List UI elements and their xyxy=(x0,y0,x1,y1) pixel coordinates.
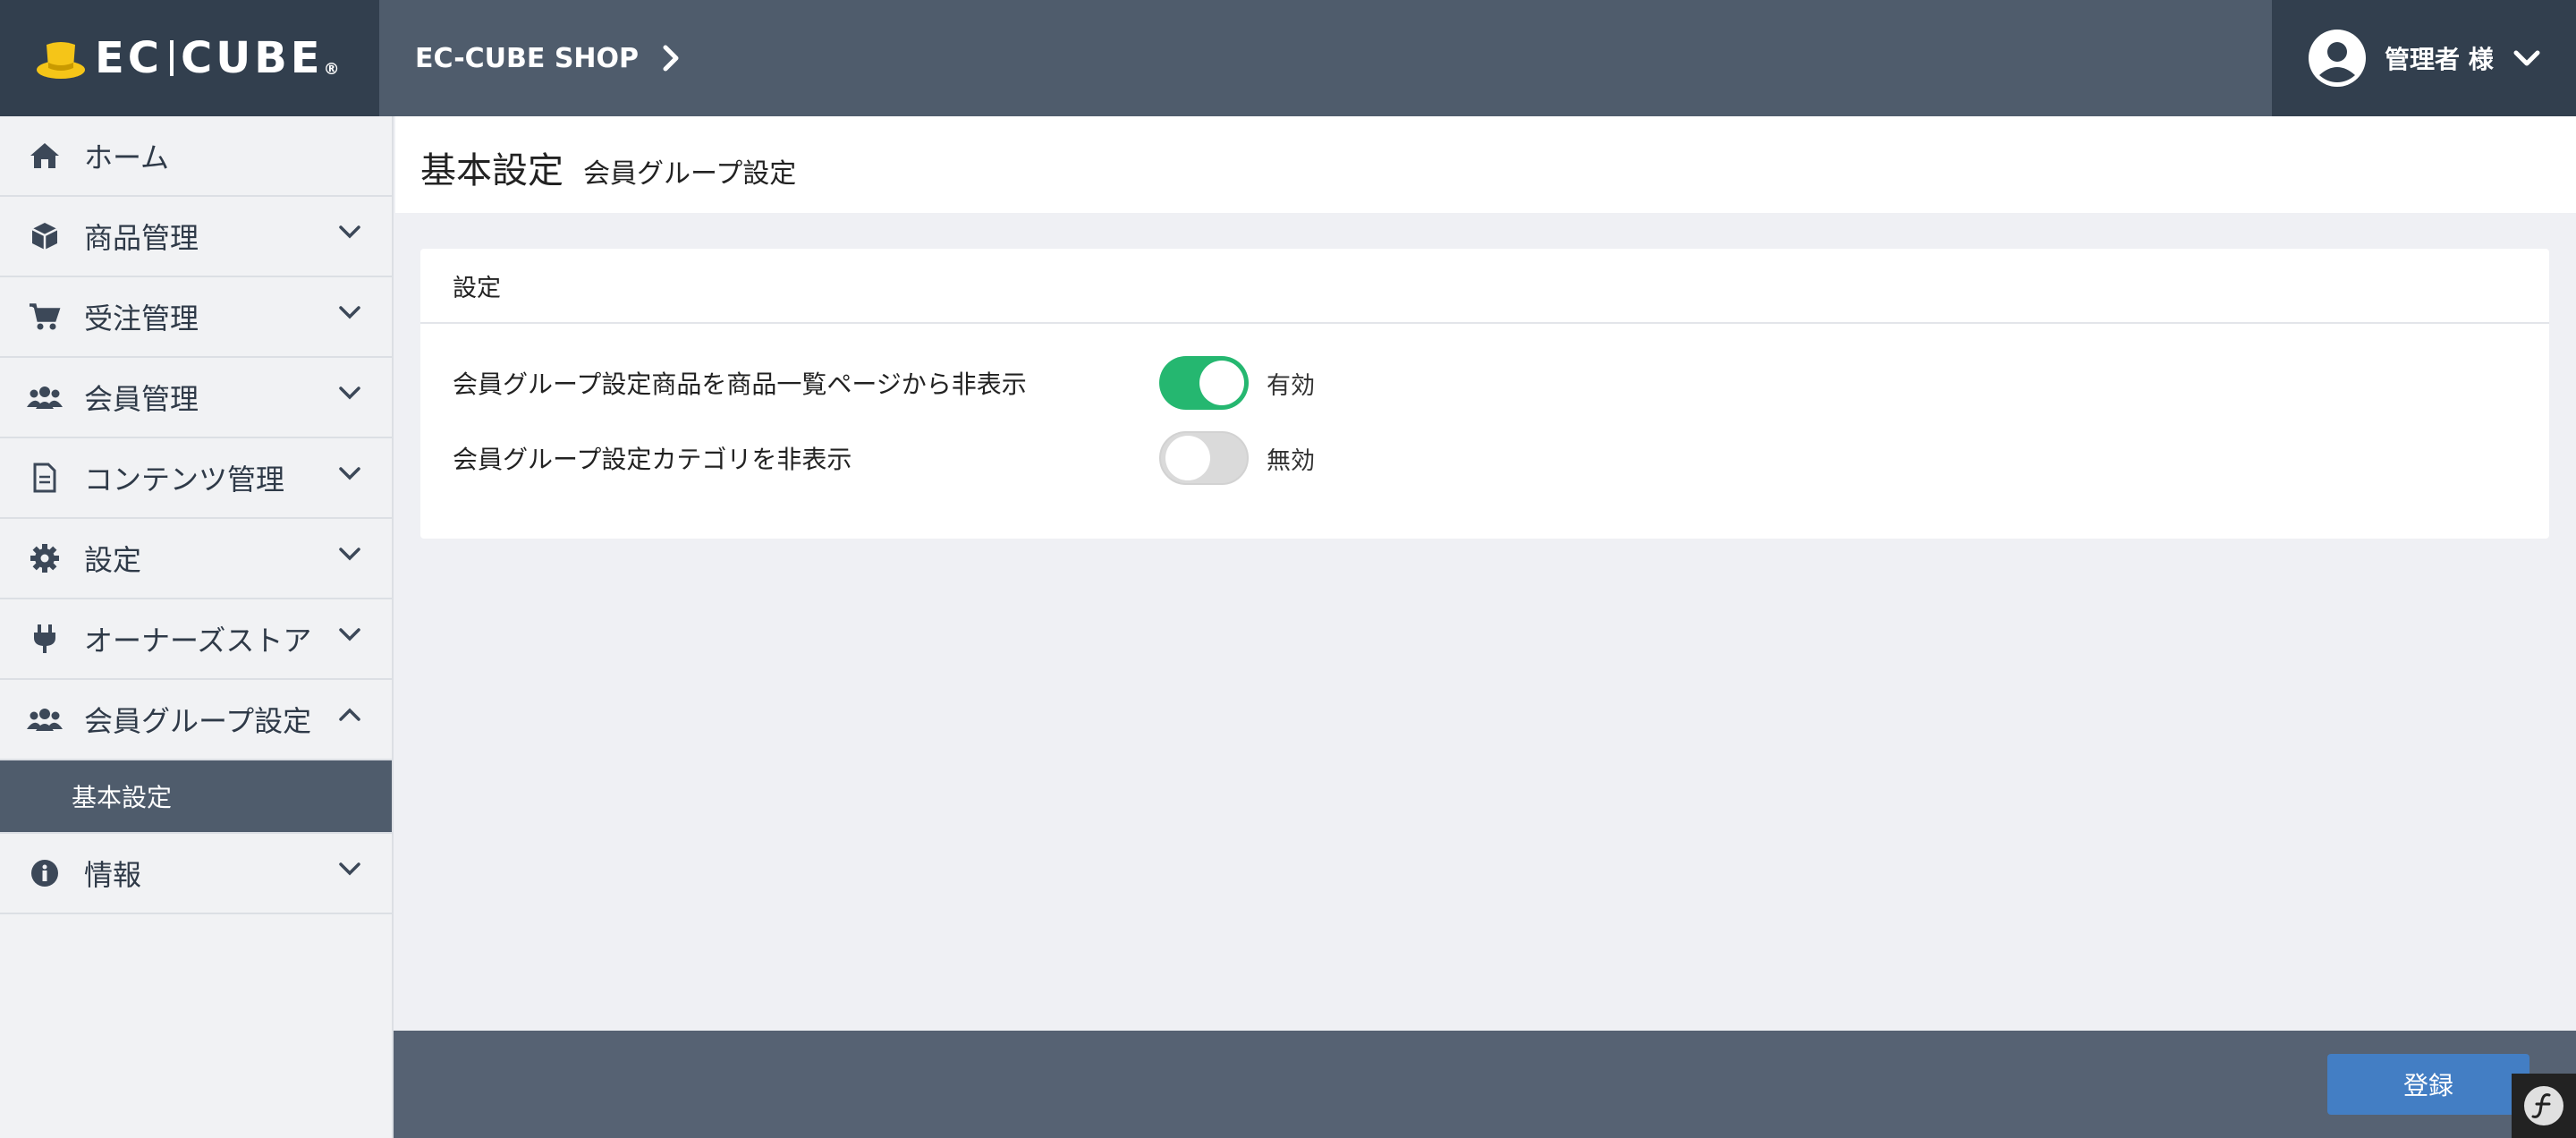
toggle-state-label: 有効 xyxy=(1267,371,1315,400)
save-button[interactable]: 登録 xyxy=(2327,1054,2529,1115)
users-icon xyxy=(27,379,63,415)
setting-row-hide-products: 会員グループ設定商品を商品一覧ページから非表示 有効 xyxy=(453,356,1315,410)
user-menu[interactable]: 管理者 様 xyxy=(2272,0,2576,116)
sidebar-item-label: 情報 xyxy=(84,858,142,892)
sidebar-item-orders[interactable]: 受注管理 xyxy=(0,277,392,358)
page-subtitle: 会員グループ設定 xyxy=(583,158,797,190)
sidebar-item-label: オーナーズストア xyxy=(84,624,312,658)
hat-logo-icon xyxy=(37,42,85,79)
sidebar-item-label: ホーム xyxy=(84,140,170,174)
setting-label: 会員グループ設定商品を商品一覧ページから非表示 xyxy=(453,369,1027,399)
sidebar-item-contents[interactable]: コンテンツ管理 xyxy=(0,438,392,519)
settings-card: 設定 会員グループ設定商品を商品一覧ページから非表示 有効 会員グループ設定カテ… xyxy=(420,249,2549,539)
sidebar-subitem-basic-settings[interactable]: 基本設定 xyxy=(0,760,392,834)
sidebar-item-settings[interactable]: 設定 xyxy=(0,519,392,599)
page-title-bar: 基本設定 会員グループ設定 xyxy=(395,116,2576,213)
info-icon xyxy=(27,855,63,891)
chevron-down-icon xyxy=(339,225,360,239)
users-icon xyxy=(27,701,63,737)
chevron-down-icon xyxy=(339,548,360,561)
chevron-down-icon xyxy=(339,862,360,876)
chevron-down-icon xyxy=(339,467,360,480)
setting-row-hide-categories: 会員グループ設定カテゴリを非表示 無効 xyxy=(453,431,1315,485)
sidebar-item-customers[interactable]: 会員管理 xyxy=(0,358,392,438)
shop-link[interactable]: EC-CUBE SHOP xyxy=(415,43,680,74)
sidebar-item-products[interactable]: 商品管理 xyxy=(0,197,392,277)
sidebar-item-owners-store[interactable]: オーナーズストア xyxy=(0,599,392,680)
toggle-knob xyxy=(1199,361,1244,405)
chevron-right-icon xyxy=(663,45,679,72)
user-avatar-icon xyxy=(2309,30,2366,87)
sidebar-item-info[interactable]: 情報 xyxy=(0,834,392,914)
sidebar-item-member-group[interactable]: 会員グループ設定 xyxy=(0,680,392,760)
home-icon xyxy=(27,138,63,174)
sidebar-item-label: 会員管理 xyxy=(84,382,199,416)
sidebar-item-label: コンテンツ管理 xyxy=(84,463,285,497)
logo[interactable]: EC CUBE® xyxy=(0,0,379,116)
sidebar-item-label: 受注管理 xyxy=(84,301,199,335)
top-header: EC CUBE® EC-CUBE SHOP 管理者 様 xyxy=(0,0,2576,116)
symfony-logo-icon xyxy=(2524,1086,2563,1125)
user-name: 管理者 様 xyxy=(2385,45,2494,74)
hide-products-toggle[interactable] xyxy=(1159,356,1249,410)
chevron-down-icon xyxy=(339,306,360,319)
chevron-down-icon xyxy=(339,386,360,400)
box-icon xyxy=(27,218,63,254)
card-header: 設定 xyxy=(420,249,2549,324)
logo-text: EC CUBE® xyxy=(95,33,343,83)
setting-label: 会員グループ設定カテゴリを非表示 xyxy=(453,445,852,474)
sidebar: ホーム 商品管理 受注管理 会員管理 コンテンツ管理 設定 オーナーズストア 会… xyxy=(0,116,394,1138)
page-title: 基本設定 xyxy=(420,150,564,191)
chevron-down-icon xyxy=(339,628,360,641)
symfony-toolbar-badge[interactable] xyxy=(2512,1074,2576,1138)
sidebar-item-label: 会員グループ設定 xyxy=(84,704,312,738)
file-icon xyxy=(27,460,63,496)
plug-icon xyxy=(27,621,63,657)
gear-icon xyxy=(27,540,63,576)
toggle-state-label: 無効 xyxy=(1267,446,1315,475)
sidebar-subitem-label: 基本設定 xyxy=(72,783,173,812)
chevron-down-icon xyxy=(2513,50,2540,66)
shop-name: EC-CUBE SHOP xyxy=(415,42,640,74)
sidebar-item-home[interactable]: ホーム xyxy=(0,116,392,197)
sidebar-item-label: 商品管理 xyxy=(84,221,199,255)
sidebar-item-label: 設定 xyxy=(84,543,142,577)
chevron-up-icon xyxy=(339,708,360,721)
hide-categories-toggle[interactable] xyxy=(1159,431,1249,485)
footer-bar xyxy=(394,1031,2576,1138)
toggle-knob xyxy=(1165,436,1210,480)
cart-icon xyxy=(27,299,63,335)
